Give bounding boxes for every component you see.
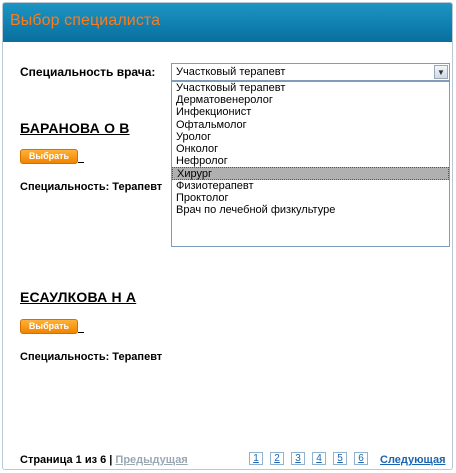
- dropdown-option[interactable]: Уролог: [172, 131, 449, 143]
- button-link-underline: [78, 162, 84, 163]
- doctor-name[interactable]: ЕСАУЛКОВА Н А: [20, 289, 136, 305]
- choose-button[interactable]: Выбрать: [20, 149, 78, 164]
- page-title: Выбор специалиста: [10, 12, 161, 29]
- page-link-2[interactable]: 2: [270, 452, 284, 465]
- dropdown-option[interactable]: Физиотерапевт: [172, 180, 449, 192]
- dropdown-option[interactable]: Офтальмолог: [172, 119, 449, 131]
- specialty-label: Специальность врача:: [20, 65, 156, 79]
- specialty-select[interactable]: Участковый терапевт ▼: [171, 63, 450, 81]
- dropdown-option-highlighted[interactable]: Хирург: [172, 167, 449, 180]
- pagination-info: Страница 1 из 6 | Предыдущая: [20, 454, 188, 466]
- specialty-dropdown-list[interactable]: Участковый терапевт Дерматовенеролог Инф…: [171, 81, 450, 247]
- choose-button[interactable]: Выбрать: [20, 319, 78, 334]
- next-page-link[interactable]: Следующая: [380, 454, 445, 466]
- previous-page-link[interactable]: Предыдущая: [115, 454, 187, 466]
- doctor-name[interactable]: БАРАНОВА О В: [20, 120, 130, 136]
- window-frame: Выбор специалиста Специальность врача: У…: [2, 2, 453, 470]
- button-link-underline: [78, 332, 84, 333]
- dropdown-option[interactable]: Врач по лечебной физкультуре: [172, 204, 449, 216]
- page-link-1[interactable]: 1: [249, 452, 263, 465]
- page-link-3[interactable]: 3: [291, 452, 305, 465]
- dropdown-option[interactable]: Инфекционист: [172, 106, 449, 118]
- page-link-5[interactable]: 5: [333, 452, 347, 465]
- pagination-text: Страница 1 из 6 |: [20, 454, 116, 466]
- header-bar: Выбор специалиста: [3, 3, 452, 42]
- page-link-6[interactable]: 6: [354, 452, 368, 465]
- dropdown-option[interactable]: Нефролог: [172, 155, 449, 167]
- dropdown-option[interactable]: Дерматовенеролог: [172, 94, 449, 106]
- page-link-4[interactable]: 4: [312, 452, 326, 465]
- doctor-specialty: Специальность: Терапевт: [20, 351, 163, 363]
- doctor-specialty: Специальность: Терапевт: [20, 181, 163, 193]
- chevron-down-icon[interactable]: ▼: [434, 65, 448, 79]
- specialty-select-value: Участковый терапевт: [176, 66, 286, 78]
- dropdown-option[interactable]: Участковый терапевт: [172, 82, 449, 94]
- dropdown-option[interactable]: Онколог: [172, 143, 449, 155]
- dropdown-option[interactable]: Проктолог: [172, 192, 449, 204]
